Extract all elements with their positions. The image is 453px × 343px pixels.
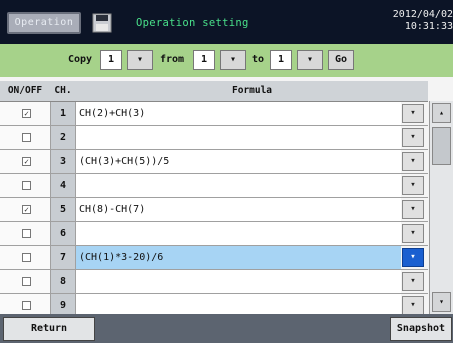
- onoff-cell: ✓: [0, 198, 51, 221]
- onoff-cell: [0, 126, 51, 149]
- formula-field[interactable]: CH(2)+CH(3): [76, 102, 401, 125]
- header-onoff: ON/OFF: [7, 85, 43, 96]
- to-channel-field[interactable]: 1: [270, 50, 292, 70]
- formula-dropdown-button[interactable]: ▾: [402, 176, 424, 195]
- return-button[interactable]: Return: [3, 317, 95, 341]
- copy-dropdown-button[interactable]: ▾: [127, 50, 153, 70]
- from-label: from: [160, 54, 185, 65]
- formula-dropdown-button[interactable]: ▾: [402, 272, 424, 291]
- go-button[interactable]: Go: [328, 50, 354, 70]
- formula-dropdown-button[interactable]: ▾: [402, 200, 424, 219]
- onoff-checkbox[interactable]: [22, 181, 31, 190]
- to-label: to: [252, 54, 265, 65]
- copy-label: Copy: [68, 54, 93, 65]
- formula-dropdown-button[interactable]: ▾: [402, 248, 424, 267]
- date-text: 2012/04/02: [392, 9, 453, 20]
- onoff-checkbox[interactable]: [22, 133, 31, 142]
- channel-number: 1: [51, 102, 76, 125]
- operation-setting-screen: Operation Operation setting 2012/04/02 1…: [0, 0, 453, 343]
- onoff-checkbox[interactable]: [22, 229, 31, 238]
- channel-number: 8: [51, 270, 76, 293]
- table-row[interactable]: 8 ▾: [0, 270, 428, 294]
- date-time-display: 2012/04/02 10:31:33: [393, 9, 453, 33]
- header-ch: CH.: [54, 85, 72, 96]
- formula-field[interactable]: [76, 126, 401, 149]
- operation-button[interactable]: Operation: [7, 12, 81, 34]
- formula-field[interactable]: (CH(1)*3-20)/6: [76, 246, 401, 269]
- onoff-checkbox[interactable]: ✓: [22, 109, 31, 118]
- footer-bar: Return Snapshot: [0, 314, 453, 343]
- header-formula: Formula: [231, 85, 273, 96]
- floppy-disk-icon[interactable]: [92, 13, 112, 33]
- formula-field[interactable]: [76, 270, 401, 293]
- time-text: 10:31:33: [404, 21, 453, 32]
- scroll-down-button[interactable]: ▾: [432, 292, 451, 312]
- to-dropdown-button[interactable]: ▾: [297, 50, 323, 70]
- table-row[interactable]: 2 ▾: [0, 126, 428, 150]
- formula-dropdown-button[interactable]: ▾: [402, 152, 424, 171]
- from-channel-field[interactable]: 1: [193, 50, 215, 70]
- onoff-cell: ✓: [0, 150, 51, 173]
- onoff-cell: [0, 270, 51, 293]
- formula-dropdown-button[interactable]: ▾: [402, 128, 424, 147]
- formula-field[interactable]: (CH(3)+CH(5))/5: [76, 150, 401, 173]
- table-row[interactable]: 6 ▾: [0, 222, 428, 246]
- page-title: Operation setting: [136, 17, 249, 29]
- channel-number: 4: [51, 174, 76, 197]
- scroll-up-button[interactable]: ▴: [432, 103, 451, 123]
- channel-number: 5: [51, 198, 76, 221]
- onoff-cell: [0, 174, 51, 197]
- onoff-checkbox[interactable]: ✓: [22, 205, 31, 214]
- table-row[interactable]: ✓ 5 CH(8)-CH(7) ▾: [0, 198, 428, 222]
- onoff-cell: ✓: [0, 102, 51, 125]
- onoff-cell: [0, 246, 51, 269]
- onoff-checkbox[interactable]: [22, 277, 31, 286]
- onoff-checkbox[interactable]: [22, 301, 31, 310]
- table-row[interactable]: 4 ▾: [0, 174, 428, 198]
- formula-field[interactable]: [76, 174, 401, 197]
- snapshot-button[interactable]: Snapshot: [390, 317, 452, 341]
- onoff-cell: [0, 222, 51, 245]
- header-bar: Operation Operation setting 2012/04/02 1…: [0, 0, 453, 44]
- copy-bar: Copy 1 ▾ from 1 ▾ to 1 ▾ Go: [0, 44, 453, 77]
- formula-dropdown-button[interactable]: ▾: [402, 224, 424, 243]
- formula-dropdown-button[interactable]: ▾: [402, 104, 424, 123]
- table-header: ON/OFF CH. Formula: [0, 81, 428, 102]
- formula-dropdown-button[interactable]: ▾: [402, 296, 424, 315]
- formula-field[interactable]: [76, 222, 401, 245]
- from-dropdown-button[interactable]: ▾: [220, 50, 246, 70]
- copy-channel-field[interactable]: 1: [100, 50, 122, 70]
- channel-number: 6: [51, 222, 76, 245]
- table-row[interactable]: ✓ 3 (CH(3)+CH(5))/5 ▾: [0, 150, 428, 174]
- scroll-thumb[interactable]: [432, 127, 451, 165]
- channel-number: 2: [51, 126, 76, 149]
- table-row[interactable]: ✓ 1 CH(2)+CH(3) ▾: [0, 102, 428, 126]
- onoff-checkbox[interactable]: ✓: [22, 157, 31, 166]
- formula-field[interactable]: CH(8)-CH(7): [76, 198, 401, 221]
- channel-number: 3: [51, 150, 76, 173]
- channel-number: 7: [51, 246, 76, 269]
- table-row[interactable]: 7 (CH(1)*3-20)/6 ▾: [0, 246, 428, 270]
- onoff-checkbox[interactable]: [22, 253, 31, 262]
- table-scrollbar[interactable]: ▴ ▾: [429, 101, 453, 314]
